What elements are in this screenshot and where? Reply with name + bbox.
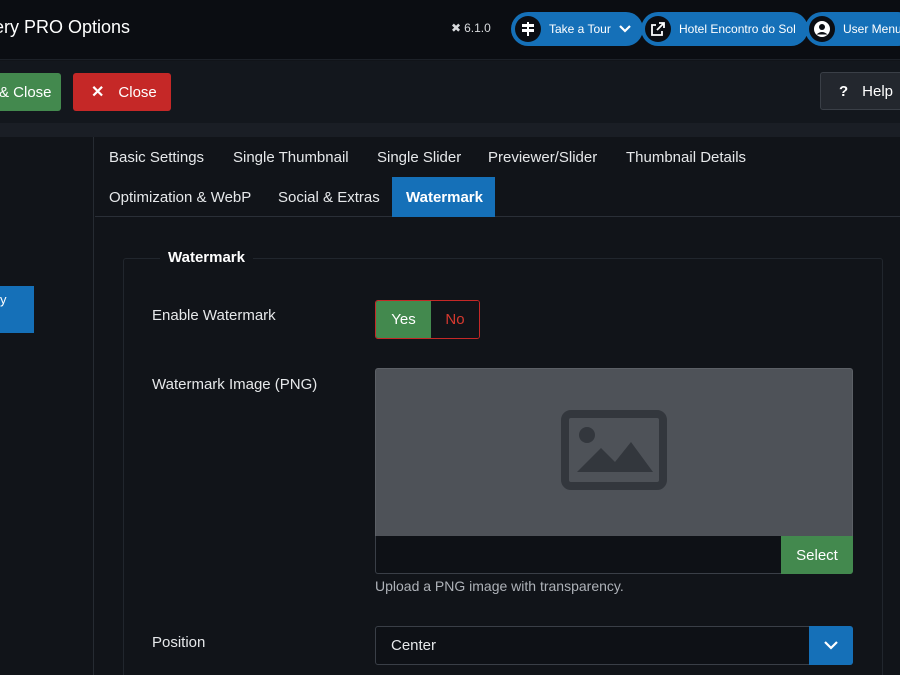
user-menu-button[interactable]: User Menu: [805, 12, 900, 46]
media-field: Select: [375, 536, 853, 574]
toolbar: & Close ✕ Close ? Help: [0, 61, 900, 123]
close-button[interactable]: ✕ Close: [73, 73, 171, 111]
watermark-image-input[interactable]: [376, 536, 782, 573]
no-option[interactable]: No: [431, 301, 479, 338]
tab-single-thumbnail[interactable]: Single Thumbnail: [219, 137, 363, 177]
external-link-icon: [645, 16, 671, 42]
position-label: Position: [152, 634, 206, 651]
enable-watermark-label: Enable Watermark: [152, 307, 276, 324]
save-and-close-label: & Close: [0, 83, 52, 101]
x-icon: ✕: [91, 84, 105, 101]
subheader-strip: [0, 123, 900, 137]
image-preview: [375, 368, 853, 536]
site-link-button[interactable]: Hotel Encontro do Sol: [641, 12, 808, 46]
signpost-icon: [515, 16, 541, 42]
yes-option[interactable]: Yes: [376, 301, 431, 338]
chevron-down-icon: [619, 22, 631, 36]
tab-basic-settings[interactable]: Basic Settings: [95, 137, 218, 177]
chevron-down-icon[interactable]: [809, 626, 853, 665]
tab-optimization-webp[interactable]: Optimization & WebP: [95, 177, 265, 217]
question-icon: ?: [839, 82, 849, 100]
page-title: ery PRO Options: [0, 17, 131, 37]
header: ery PRO Options ✖ 6.1.0 Take a Tour Hote…: [0, 0, 900, 60]
close-label: Close: [118, 83, 157, 101]
version-text: 6.1.0: [464, 21, 491, 35]
take-a-tour-label: Take a Tour: [549, 22, 611, 36]
tab-single-slider[interactable]: Single Slider: [363, 137, 475, 177]
save-and-close-button[interactable]: & Close: [0, 73, 61, 111]
take-a-tour-button[interactable]: Take a Tour: [511, 12, 643, 46]
sidebar-item-active[interactable]: y: [0, 286, 34, 333]
watermark-image-label: Watermark Image (PNG): [152, 376, 318, 393]
joomla-icon: ✖: [451, 21, 462, 35]
enable-watermark-switch: Yes No: [375, 300, 480, 339]
image-hint: Upload a PNG image with transparency.: [375, 578, 624, 594]
tab-watermark[interactable]: Watermark: [392, 177, 495, 217]
user-circle-icon: [809, 16, 835, 42]
position-select[interactable]: Center: [375, 626, 853, 665]
version-badge: ✖ 6.1.0: [451, 21, 491, 35]
sidebar: y: [0, 137, 94, 675]
help-button[interactable]: ? Help: [820, 72, 900, 110]
tab-thumbnail-details[interactable]: Thumbnail Details: [612, 137, 760, 177]
select-button[interactable]: Select: [781, 536, 853, 574]
fieldset-legend: Watermark: [160, 249, 253, 266]
position-value: Center: [391, 637, 437, 654]
tab-previewer-slider[interactable]: Previewer/Slider: [474, 137, 611, 177]
image-placeholder-icon: [561, 410, 667, 495]
help-label: Help: [862, 82, 894, 100]
tab-social-extras[interactable]: Social & Extras: [264, 177, 394, 217]
user-menu-label: User Menu: [843, 22, 900, 36]
tab-bar: Basic Settings Single Thumbnail Single S…: [95, 137, 900, 217]
site-link-label: Hotel Encontro do Sol: [679, 22, 796, 36]
sidebar-item-label: y: [0, 292, 7, 307]
